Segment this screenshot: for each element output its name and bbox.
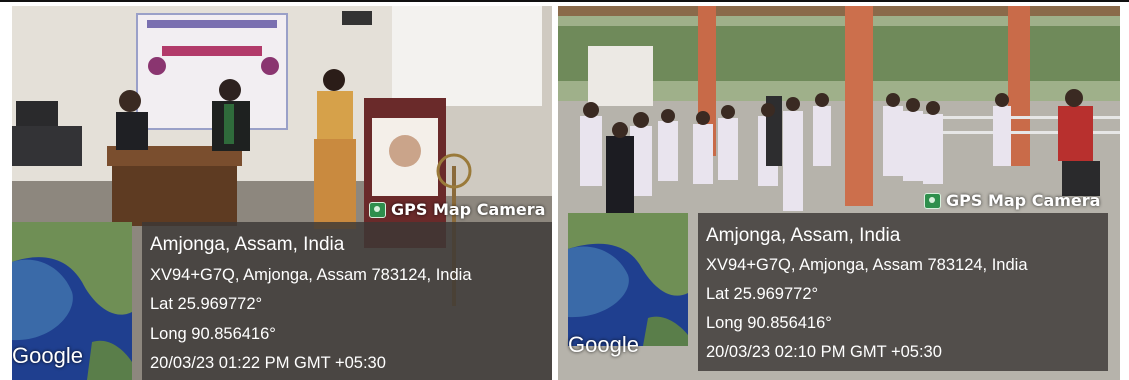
address-text: XV94+G7Q, Amjonga, Assam 783124, India — [150, 266, 472, 284]
google-map-label: Google — [12, 343, 83, 368]
gps-camera-stamp: GPS Map Camera — [369, 200, 545, 219]
photo-seminar-hall: GPS Map Camera Google Amjonga, Assam, In… — [12, 6, 552, 380]
place-name: Amjonga, Assam, India — [706, 225, 901, 246]
place-name: Amjonga, Assam, India — [150, 234, 345, 255]
stamp-label: GPS Map Camera — [391, 200, 546, 219]
stamp-label: GPS Map Camera — [946, 191, 1101, 210]
address-text: XV94+G7Q, Amjonga, Assam 783124, India — [706, 256, 1028, 274]
location-info-panel: Amjonga, Assam, India XV94+G7Q, Amjonga,… — [142, 222, 552, 380]
longitude-text: Long 90.856416° — [150, 325, 276, 343]
photo-training-session: GPS Map Camera Google Amjonga, Assam, In… — [558, 6, 1120, 380]
map-thumbnail — [568, 213, 688, 346]
top-border-line — [0, 0, 1129, 2]
longitude-text: Long 90.856416° — [706, 314, 832, 332]
datetime-text: 20/03/23 01:22 PM GMT +05:30 — [150, 354, 386, 372]
gps-camera-stamp: GPS Map Camera — [924, 191, 1100, 210]
camera-icon — [924, 192, 941, 209]
latitude-text: Lat 25.969772° — [706, 285, 819, 303]
map-image — [568, 213, 688, 346]
location-info-panel: Amjonga, Assam, India XV94+G7Q, Amjonga,… — [698, 213, 1108, 371]
datetime-text: 20/03/23 02:10 PM GMT +05:30 — [706, 343, 942, 361]
latitude-text: Lat 25.969772° — [150, 295, 263, 313]
camera-icon — [369, 201, 386, 218]
google-map-label: Google — [568, 332, 639, 357]
